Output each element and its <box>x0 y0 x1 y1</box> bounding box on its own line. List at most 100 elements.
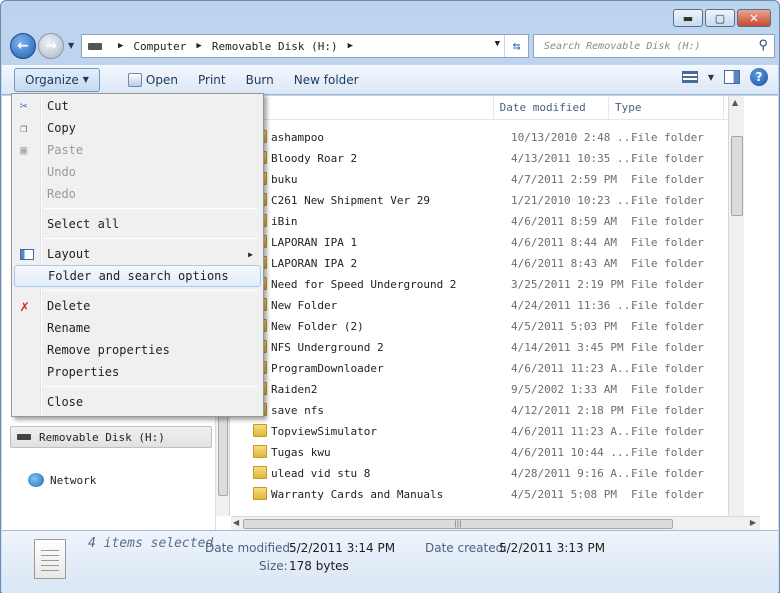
file-type: File folder <box>631 215 704 228</box>
scrollbar-thumb[interactable]: ||| <box>243 519 673 529</box>
recent-pages-dropdown[interactable]: ▼ <box>68 41 74 50</box>
menu-item-remove-properties[interactable]: Remove properties <box>14 339 261 361</box>
file-name: Tugas kwu <box>271 446 331 459</box>
menu-item-paste[interactable]: ▣ Paste <box>14 139 261 161</box>
minimize-button[interactable]: ▬ <box>673 9 703 27</box>
date-created-label: Date created: <box>425 541 508 555</box>
file-row[interactable]: save nfs 4/12/2011 2:18 PM File folder <box>231 400 744 421</box>
scrollbar-thumb[interactable] <box>731 136 743 216</box>
change-view-icon[interactable] <box>681 71 698 83</box>
file-row[interactable]: LAPORAN IPA 1 4/6/2011 8:44 AM File folder <box>231 232 744 253</box>
menu-item-select-all[interactable]: Select all <box>14 213 261 235</box>
column-header-type[interactable]: Type <box>609 96 725 120</box>
organize-button[interactable]: Organize ▼ <box>14 67 100 92</box>
file-row[interactable]: New Folder 4/24/2011 11:36 ... File folder <box>231 295 744 316</box>
chevron-right-icon[interactable]: ▶ <box>348 41 353 51</box>
file-row[interactable]: ProgramDownloader 4/6/2011 11:23 A... File… <box>231 358 744 379</box>
scroll-right-icon[interactable]: ▶ <box>750 518 756 527</box>
menu-item-label: Cut <box>47 99 69 113</box>
drive-icon <box>17 434 31 440</box>
menu-item-properties[interactable]: Properties <box>14 361 261 383</box>
file-row[interactable]: buku 4/7/2011 2:59 PM File folder <box>231 169 744 190</box>
file-row[interactable]: iBin 4/6/2011 8:59 AM File folder <box>231 211 744 232</box>
forward-button[interactable]: → <box>38 33 64 59</box>
address-bar[interactable]: ▶ Computer ▶ Removable Disk (H:) ▶ ▼ ⇆ <box>81 34 529 58</box>
menu-item-redo[interactable]: Redo <box>14 183 261 205</box>
file-row[interactable]: LAPORAN IPA 2 4/6/2011 8:43 AM File folder <box>231 253 744 274</box>
column-header-name[interactable]: Name <box>231 96 494 120</box>
file-row[interactable]: Tugas kwu 4/6/2011 10:44 ... File folder <box>231 442 744 463</box>
menu-item-cut[interactable]: ✂ Cut <box>14 95 261 117</box>
nav-item-network[interactable]: Network <box>22 469 96 491</box>
maximize-button[interactable]: ▢ <box>705 9 735 27</box>
caption-buttons: ▬ ▢ ✕ <box>673 9 771 27</box>
file-name: ashampoo <box>271 131 324 144</box>
file-row[interactable]: TopviewSimulator 4/6/2011 11:23 A... File … <box>231 421 744 442</box>
preview-pane-icon[interactable] <box>724 70 740 84</box>
date-modified-label: Date modified: <box>205 541 295 555</box>
menu-item-label: Redo <box>47 187 76 201</box>
file-row[interactable]: ulead vid stu 8 4/28/2011 9:16 A... File f… <box>231 463 744 484</box>
menu-item-copy[interactable]: ❐ Copy <box>14 117 261 139</box>
file-name: ulead vid stu 8 <box>271 467 371 480</box>
file-row[interactable]: C261 New Shipment Ver 29 1/21/2010 10:23 … <box>231 190 744 211</box>
folder-icon <box>253 466 267 479</box>
folder-icon <box>253 424 267 437</box>
file-name: LAPORAN IPA 2 <box>271 257 358 270</box>
burn-button[interactable]: Burn <box>236 70 284 90</box>
back-button[interactable]: ← <box>10 33 36 59</box>
toolbar-right: ▼ ? <box>681 68 768 86</box>
file-row[interactable]: Warranty Cards and Manuals 4/5/2011 5:08 … <box>231 484 744 505</box>
search-icon[interactable]: ⚲ <box>758 38 768 53</box>
file-type: File folder <box>631 341 704 354</box>
file-row[interactable]: Need for Speed Underground 2 3/25/2011 2:… <box>231 274 744 295</box>
file-date: 4/13/2011 10:35 ... <box>511 152 637 165</box>
menu-separator <box>43 386 257 387</box>
file-date: 10/13/2010 2:48 ... <box>511 131 637 144</box>
file-date: 9/5/2002 1:33 AM <box>511 383 617 396</box>
view-dropdown-icon[interactable]: ▼ <box>708 73 714 82</box>
menu-item-label: Select all <box>47 217 120 231</box>
menu-item-label: Remove properties <box>47 343 170 357</box>
chevron-right-icon[interactable]: ▶ <box>196 41 201 51</box>
file-name: ProgramDownloader <box>271 362 384 375</box>
breadcrumb-computer[interactable]: Computer <box>133 40 186 53</box>
file-name: buku <box>271 173 298 186</box>
file-row[interactable]: ashampoo 10/13/2010 2:48 ... File folder <box>231 127 744 148</box>
file-row[interactable]: New Folder (2) 4/5/2011 5:03 PM File folde… <box>231 316 744 337</box>
copy-icon: ❐ <box>20 121 28 135</box>
menu-item-delete[interactable]: ✗ Delete <box>14 295 261 317</box>
menu-item-label: Layout <box>47 247 91 261</box>
search-input[interactable]: Search Removable Disk (H:) ⚲ <box>533 34 775 58</box>
delete-icon: ✗ <box>20 297 30 315</box>
nav-item-removable-disk[interactable]: Removable Disk (H:) <box>10 426 212 448</box>
print-button[interactable]: Print <box>188 70 236 90</box>
explorer-window: ▬ ▢ ✕ ← → ▼ ▶ Computer ▶ Removable Disk … <box>0 0 780 593</box>
nav-item-label: Removable Disk (H:) <box>39 430 165 444</box>
file-row[interactable]: Raiden2 9/5/2002 1:33 AM File folder <box>231 379 744 400</box>
vertical-scrollbar[interactable]: ▲ <box>728 96 744 516</box>
column-header-date-modified[interactable]: Date modified <box>494 96 609 120</box>
file-row[interactable]: Bloody Roar 2 4/13/2011 10:35 ... File fol… <box>231 148 744 169</box>
file-name: New Folder <box>271 299 338 312</box>
new-folder-button[interactable]: New folder <box>284 70 369 90</box>
menu-item-folder-search-options[interactable]: Folder and search options <box>14 265 261 287</box>
help-icon[interactable]: ? <box>750 68 768 86</box>
chevron-right-icon[interactable]: ▶ <box>118 41 123 51</box>
menu-item-rename[interactable]: Rename <box>14 317 261 339</box>
open-icon <box>127 72 142 87</box>
file-type: File folder <box>631 362 704 375</box>
menu-item-undo[interactable]: Undo <box>14 161 261 183</box>
menu-item-close[interactable]: Close <box>14 391 261 413</box>
scroll-up-icon[interactable]: ▲ <box>732 98 738 107</box>
open-button[interactable]: Open <box>118 70 188 90</box>
menu-item-layout[interactable]: Layout ▶ <box>14 243 261 265</box>
file-date: 1/21/2010 10:23 ... <box>511 194 637 207</box>
refresh-icon[interactable]: ⇆ <box>504 35 528 57</box>
file-row[interactable]: NFS Underground 2 4/14/2011 3:45 PM File f… <box>231 337 744 358</box>
breadcrumb-removable-disk[interactable]: Removable Disk (H:) <box>212 40 338 53</box>
address-dropdown-icon[interactable]: ▼ <box>495 39 500 49</box>
scroll-left-icon[interactable]: ◀ <box>233 518 239 527</box>
horizontal-scrollbar[interactable]: ◀ ||| ▶ <box>231 516 760 530</box>
close-button[interactable]: ✕ <box>737 9 771 27</box>
